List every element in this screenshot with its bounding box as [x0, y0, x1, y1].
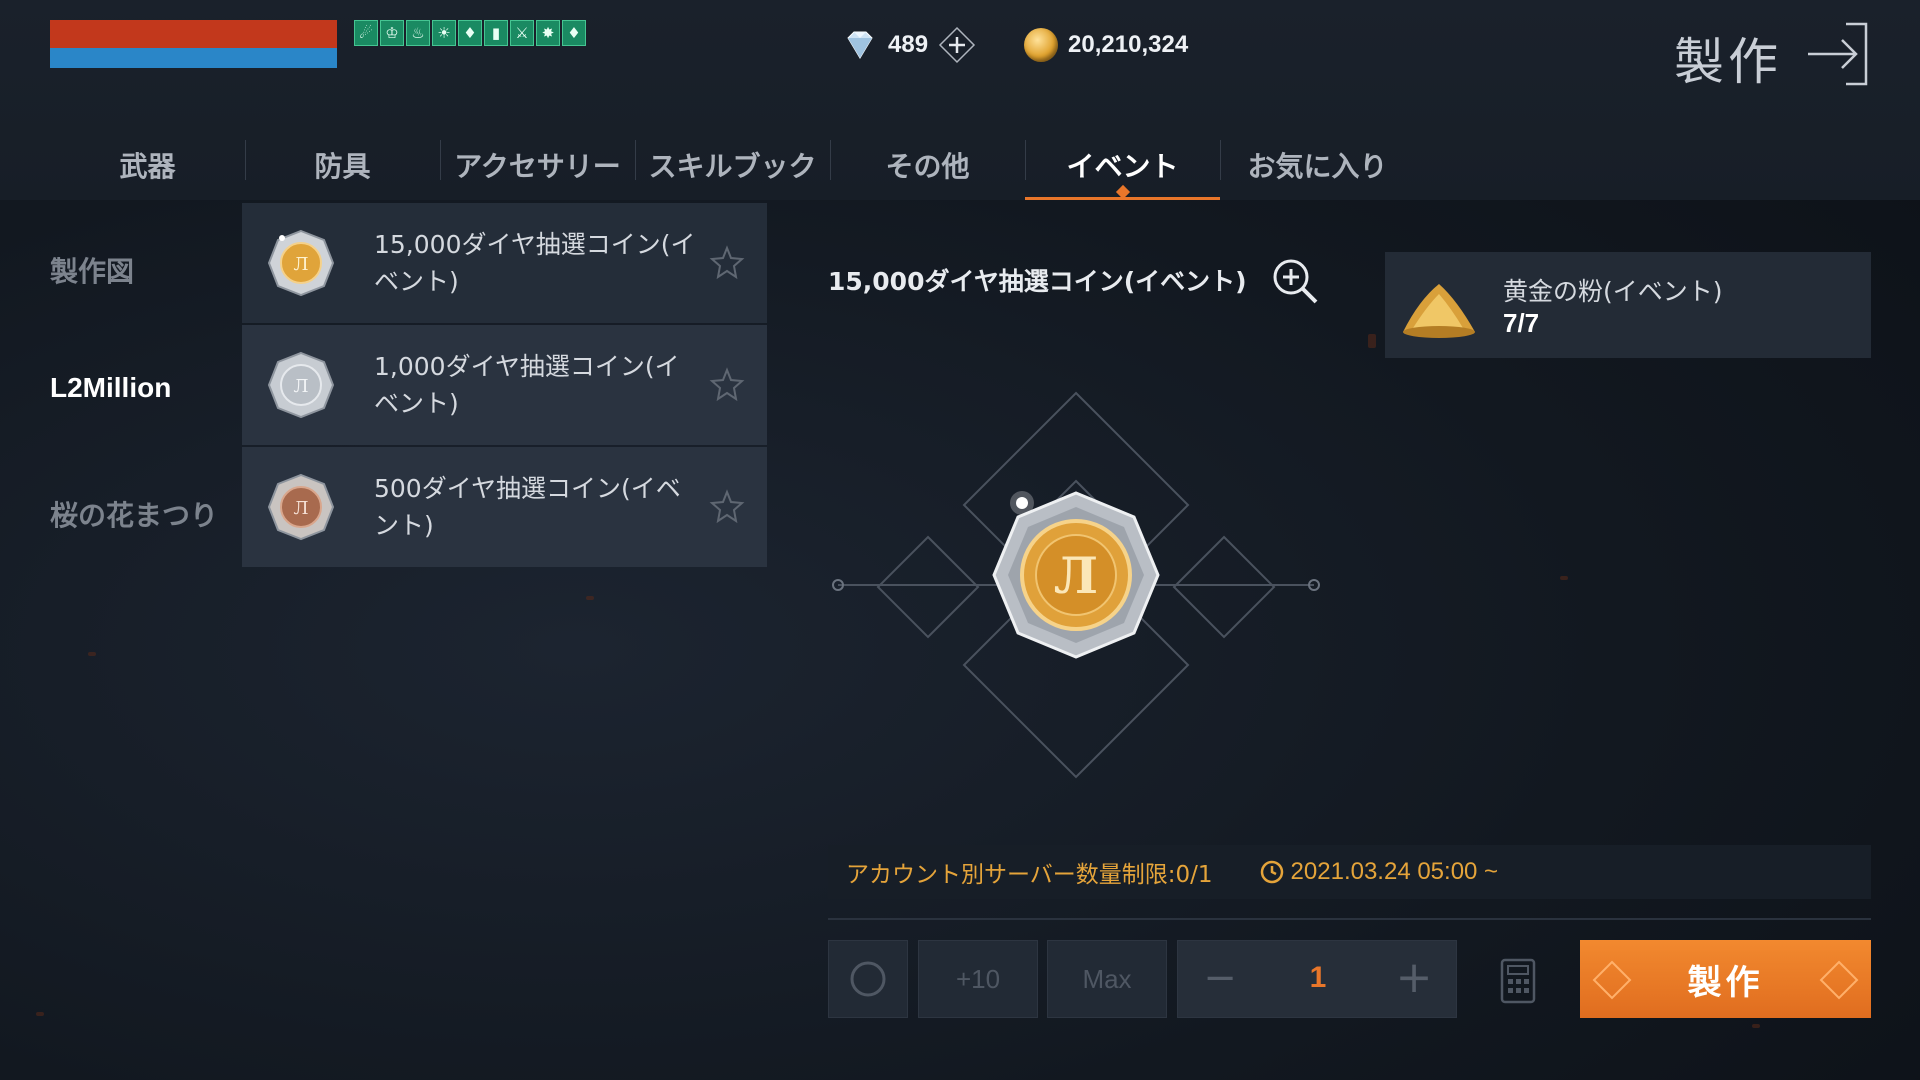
category-sakura-festival[interactable]: 桜の花まつり — [50, 494, 218, 534]
list-item[interactable]: Л 500ダイヤ抽選コイン(イベント) — [242, 447, 767, 567]
quantity-value[interactable]: 1 — [1278, 961, 1358, 995]
golden-powder-icon — [1403, 284, 1475, 338]
max-button[interactable]: Max — [1047, 940, 1167, 1018]
zoom-in-icon[interactable] — [1270, 256, 1320, 306]
buff-icon[interactable]: ⚔ — [510, 20, 534, 46]
bronze-lottery-coin-icon: Л — [267, 473, 335, 541]
item-name: 1,000ダイヤ抽選コイン(イベント) — [374, 352, 680, 418]
favorite-star-icon[interactable] — [709, 367, 745, 403]
tab-armor[interactable]: 防具 — [245, 130, 440, 200]
svg-text:Л: Л — [1054, 546, 1098, 605]
item-name: 500ダイヤ抽選コイン(イベント) — [374, 474, 681, 540]
svg-text:Л: Л — [293, 498, 308, 519]
button-ornament-icon — [1819, 960, 1859, 1000]
hp-bar — [50, 20, 337, 48]
page-title: 製作 — [1674, 33, 1782, 91]
gold-lottery-coin-icon: Л — [267, 229, 335, 297]
button-ornament-icon — [1592, 960, 1632, 1000]
category-l2million[interactable]: L2Million — [50, 372, 171, 404]
server-limit-text: アカウント別サーバー数量制限:0/1 — [846, 862, 1213, 888]
silver-lottery-coin-icon: Л — [267, 351, 335, 419]
plus10-button[interactable]: +10 — [918, 940, 1038, 1018]
buff-icon[interactable]: ☀ — [432, 20, 456, 46]
buff-icon[interactable]: ♦ — [458, 20, 482, 46]
buff-icon[interactable]: ☄ — [354, 20, 378, 46]
buff-icon[interactable]: ♦ — [562, 20, 586, 46]
clock-icon — [1260, 860, 1283, 884]
gold-coin-icon — [1024, 28, 1059, 62]
category-tabs: 武器 防具 アクセサリー スキルブック その他 イベント お気に入り — [50, 130, 1415, 200]
tab-accessories[interactable]: アクセサリー — [440, 130, 635, 200]
add-diamonds-button[interactable] — [938, 26, 976, 64]
tab-other[interactable]: その他 — [830, 130, 1025, 200]
tab-skillbooks[interactable]: スキルブック — [635, 130, 830, 200]
item-name: 15,000ダイヤ抽選コイン(イベント) — [374, 230, 696, 296]
list-item[interactable]: Л 15,000ダイヤ抽選コイン(イベント) — [242, 203, 767, 323]
ingredient-slot[interactable]: 黄金の粉(イベント) 7/7 — [1385, 252, 1871, 358]
top-bar: ☄ ♔ ♨ ☀ ♦ ▮ ⚔ ✸ ♦ 489 20,210,324 製作 武器 防… — [0, 0, 1920, 200]
craft-limit-info: アカウント別サーバー数量制限:0/1 2021.03.24 05:00 ~ — [828, 845, 1871, 899]
active-tab-marker — [1115, 184, 1130, 200]
svg-text:Л: Л — [293, 254, 308, 275]
limit-date: 2021.03.24 05:00 ~ — [1290, 858, 1499, 885]
refresh-icon — [850, 961, 886, 997]
calculator-icon[interactable] — [1500, 958, 1536, 1004]
reset-button[interactable] — [828, 940, 908, 1018]
buff-icon[interactable]: ♔ — [380, 20, 404, 46]
buff-icon[interactable]: ▮ — [484, 20, 508, 46]
gold-count: 20,210,324 — [1068, 31, 1189, 58]
category-blueprints[interactable]: 製作図 — [50, 250, 134, 290]
buff-icon[interactable]: ♨ — [406, 20, 430, 46]
tab-event-label: イベント — [1066, 150, 1179, 183]
crafted-item-preview: Л — [832, 391, 1320, 779]
buff-icon[interactable]: ✸ — [536, 20, 560, 46]
craft-button[interactable]: 製作 — [1580, 940, 1871, 1018]
craft-button-label: 製作 — [1687, 962, 1764, 1003]
exit-icon[interactable] — [1806, 22, 1872, 86]
favorite-star-icon[interactable] — [709, 489, 745, 525]
mp-bar — [50, 48, 337, 68]
diamond-icon — [842, 28, 878, 62]
detail-title: 15,000ダイヤ抽選コイン(イベント) — [828, 267, 1247, 296]
list-item[interactable]: Л 1,000ダイヤ抽選コイン(イベント) — [242, 325, 767, 445]
tab-favorites[interactable]: お気に入り — [1220, 130, 1415, 200]
ingredient-name: 黄金の粉(イベント) — [1503, 277, 1723, 306]
recipe-list: Л 15,000ダイヤ抽選コイン(イベント) Л 1,000ダイヤ抽選コイン(イ… — [242, 203, 767, 569]
ingredient-count: 7/7 — [1503, 308, 1540, 338]
tab-event[interactable]: イベント — [1025, 130, 1220, 200]
tab-weapons[interactable]: 武器 — [50, 130, 245, 200]
decrease-button[interactable]: − — [1200, 958, 1240, 999]
buff-icons: ☄ ♔ ♨ ☀ ♦ ▮ ⚔ ✸ ♦ — [354, 20, 586, 46]
quantity-stepper: − 1 + — [1177, 940, 1457, 1018]
svg-text:Л: Л — [293, 376, 308, 397]
diamond-currency: 489 20,210,324 — [842, 22, 1188, 68]
diamond-count: 489 — [888, 31, 929, 58]
increase-button[interactable]: + — [1394, 956, 1434, 1000]
favorite-star-icon[interactable] — [709, 245, 745, 281]
divider — [828, 918, 1871, 920]
